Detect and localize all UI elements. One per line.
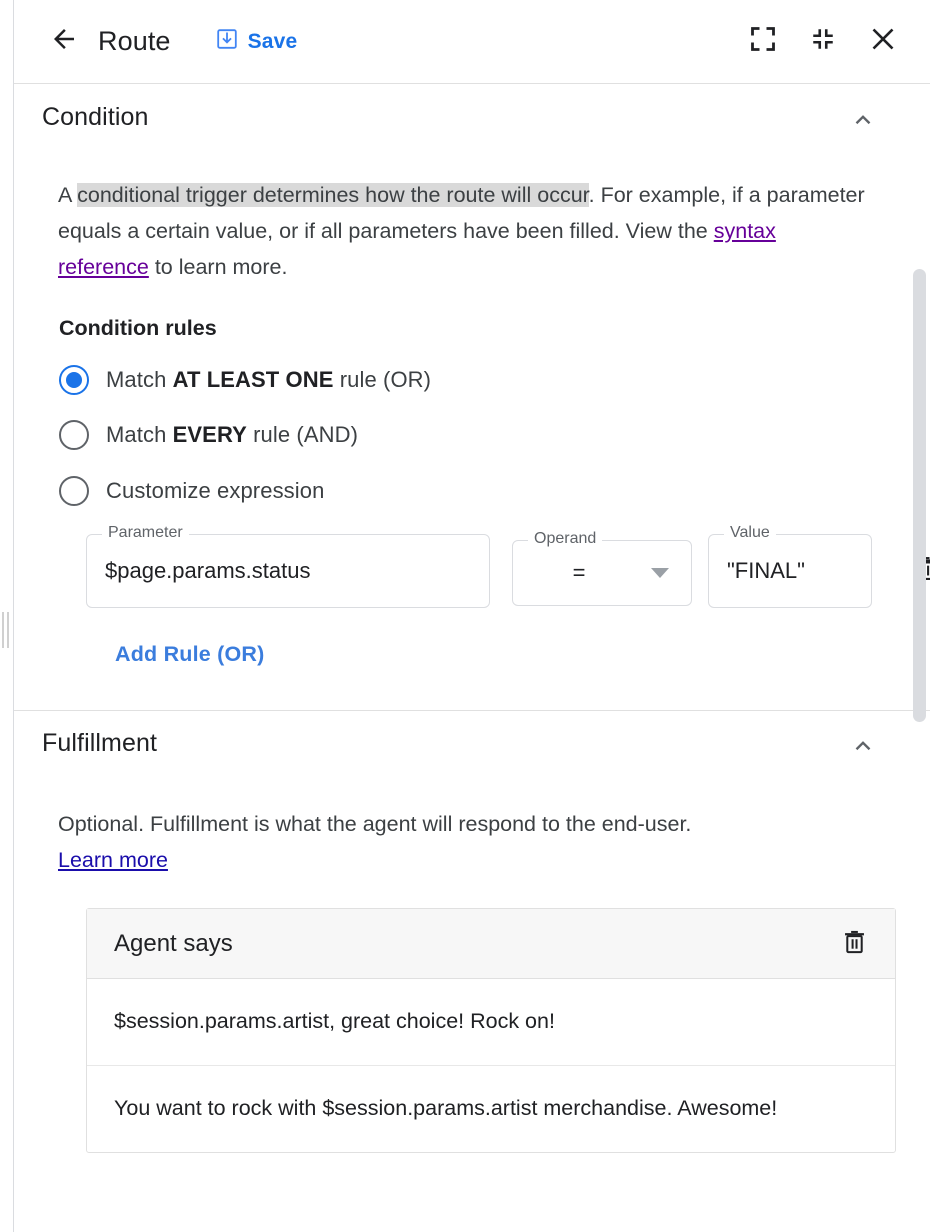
radio-label-suffix: rule (OR) — [334, 367, 432, 392]
fulfillment-section: Fulfillment Optional. Fulfillment is wha… — [14, 711, 930, 1153]
expand-button[interactable] — [742, 21, 784, 63]
radio-indicator[interactable] — [59, 420, 89, 450]
panel-resize-handle[interactable] — [2, 612, 11, 648]
save-button-label: Save — [248, 30, 298, 54]
scrollbar-thumb[interactable] — [913, 269, 926, 722]
fulfillment-description-text: Optional. Fulfillment is what the agent … — [58, 812, 691, 836]
desc-text-lead: A — [58, 183, 77, 207]
agent-says-card: Agent says $session — [86, 908, 896, 1153]
radio-option-match-at-least-one[interactable]: Match AT LEAST ONE rule (OR) — [42, 365, 900, 395]
radio-label-strong: EVERY — [173, 422, 247, 447]
trash-icon — [841, 927, 868, 961]
radio-option-match-every[interactable]: Match EVERY rule (AND) — [42, 420, 900, 450]
add-rule-button[interactable]: Add Rule (OR) — [42, 642, 265, 667]
desc-text-tail: to learn more. — [149, 255, 288, 279]
operand-field-label: Operand — [528, 530, 602, 548]
agent-says-message[interactable]: You want to rock with $session.params.ar… — [87, 1066, 895, 1152]
fullscreen-expand-icon — [749, 25, 777, 58]
route-panel: Route Save — [0, 0, 930, 1232]
fulfillment-description: Optional. Fulfillment is what the agent … — [42, 806, 900, 878]
agent-says-card-header: Agent says — [87, 909, 895, 979]
value-field[interactable]: Value "FINAL" — [708, 534, 872, 608]
radio-indicator[interactable] — [59, 365, 89, 395]
radio-label-prefix: Customize expression — [106, 478, 324, 503]
radio-indicator[interactable] — [59, 476, 89, 506]
save-download-icon — [215, 27, 239, 56]
save-button[interactable]: Save — [215, 27, 298, 56]
page-title: Route — [98, 26, 171, 57]
radio-label-strong: AT LEAST ONE — [173, 367, 334, 392]
radio-label-prefix: Match — [106, 422, 173, 447]
parameter-field-label: Parameter — [102, 524, 189, 542]
panel-body: Condition A conditional trigger determin… — [14, 85, 930, 1232]
panel-header: Route Save — [14, 0, 930, 84]
caret-down-icon — [651, 568, 669, 578]
value-field-value: "FINAL" — [727, 558, 805, 584]
fulfillment-title: Fulfillment — [42, 729, 157, 758]
radio-option-label: Match EVERY rule (AND) — [106, 422, 358, 448]
radio-label-suffix: rule (AND) — [247, 422, 358, 447]
condition-description: A conditional trigger determines how the… — [42, 177, 872, 285]
radio-label-prefix: Match — [106, 367, 173, 392]
radio-option-customize-expression[interactable]: Customize expression — [42, 476, 900, 506]
collapse-button[interactable] — [802, 21, 844, 63]
condition-collapse-toggle[interactable] — [846, 105, 880, 139]
fulfillment-collapse-toggle[interactable] — [846, 731, 880, 765]
vertical-scrollbar[interactable] — [913, 85, 926, 762]
agent-says-title: Agent says — [114, 930, 233, 958]
condition-title: Condition — [42, 103, 149, 132]
agent-says-message[interactable]: $session.params.artist, great choice! Ro… — [87, 979, 895, 1066]
arrow-left-icon — [49, 24, 79, 59]
desc-text-selected: conditional trigger determines how the r… — [77, 183, 589, 207]
delete-agent-says-button[interactable] — [835, 925, 873, 963]
condition-rules-label: Condition rules — [42, 316, 900, 341]
parameter-field[interactable]: Parameter $page.params.status — [86, 534, 490, 608]
operand-select[interactable]: Operand = — [512, 540, 692, 606]
close-button[interactable] — [862, 21, 904, 63]
condition-section: Condition A conditional trigger determin… — [14, 85, 930, 711]
value-field-label: Value — [724, 524, 776, 542]
parameter-field-value: $page.params.status — [105, 558, 310, 584]
chevron-up-icon — [850, 107, 876, 138]
back-button[interactable] — [44, 22, 84, 62]
radio-option-label: Customize expression — [106, 478, 324, 504]
fulfillment-section-header: Fulfillment — [42, 711, 900, 765]
chevron-up-icon — [850, 733, 876, 764]
condition-section-header: Condition — [42, 85, 900, 139]
radio-option-label: Match AT LEAST ONE rule (OR) — [106, 367, 431, 393]
learn-more-link[interactable]: Learn more — [58, 848, 168, 872]
condition-rule-row: Parameter $page.params.status Operand = … — [42, 522, 900, 618]
fullscreen-collapse-icon — [810, 26, 836, 57]
close-x-icon — [868, 24, 898, 59]
